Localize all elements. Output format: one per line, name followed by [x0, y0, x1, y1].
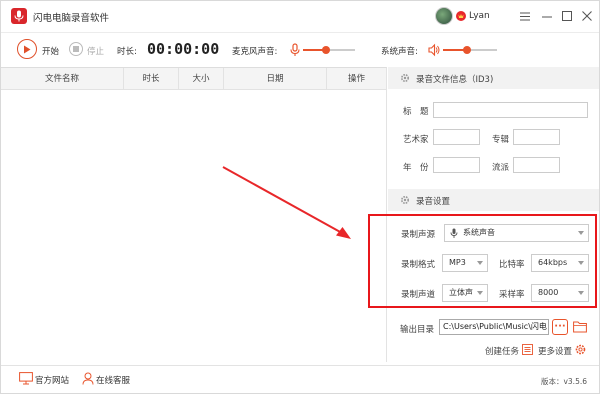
- app-window: 闪电电脑录音软件 Lyan 开始 停止 时长: 00:00:00 麦克风声音:: [0, 0, 600, 394]
- annotation-arrow: [222, 166, 351, 239]
